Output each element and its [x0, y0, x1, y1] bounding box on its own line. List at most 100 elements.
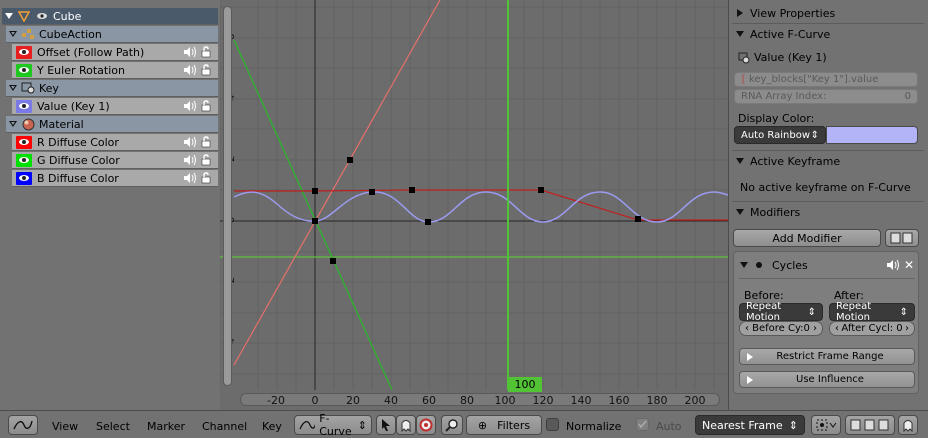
decrement-arrow-icon[interactable]: ‹ — [745, 323, 749, 334]
dropdown-arrows-icon: ⇕ — [357, 418, 367, 432]
channel-y-euler-rotation[interactable]: Y Euler Rotation — [12, 62, 218, 79]
speaker-icon[interactable] — [183, 64, 197, 76]
channel-offset-follow-path[interactable]: Offset (Follow Path) — [12, 44, 218, 61]
normalize-label: Normalize — [566, 420, 622, 433]
panel-active-keyframe[interactable]: Active Keyframe — [732, 151, 924, 171]
channel-r-diffuse-color[interactable]: R Diffuse Color — [12, 134, 218, 151]
before-mode-dropdown[interactable]: Repeat Motion ⇕ — [739, 301, 823, 323]
channel-group-key[interactable]: Key — [6, 80, 218, 97]
color-mode-dropdown[interactable]: Auto Rainbow ⇕ — [734, 126, 826, 144]
channel-color-swatch[interactable] — [16, 135, 32, 149]
keyframe-point — [347, 157, 353, 163]
channel-g-diffuse-color[interactable]: G Diffuse Color — [12, 152, 218, 169]
add-modifier-button[interactable]: Add Modifier — [733, 229, 881, 247]
graph-editor-header: View Select Marker Channel Key F-Curve ⇕… — [0, 410, 928, 438]
decrement-arrow-icon[interactable]: ‹ — [835, 323, 839, 334]
lock-icon[interactable] — [200, 172, 212, 184]
editor-type-button[interactable] — [8, 415, 38, 435]
copy-paste-keyframes-button[interactable] — [845, 415, 895, 435]
after-mode-dropdown[interactable]: Repeat Motion ⇕ — [829, 301, 915, 323]
search-button[interactable] — [441, 415, 463, 435]
cycles-modifier-header[interactable]: Cycles ✕ — [740, 258, 914, 272]
lock-icon[interactable] — [200, 46, 212, 58]
before-cycles-stepper[interactable]: ‹ Before Cy:0 › — [739, 321, 823, 336]
mode-dropdown[interactable]: F-Curve ⇕ — [294, 412, 372, 438]
after-cycles-stepper[interactable]: ‹ After Cycl: 0 › — [829, 321, 915, 336]
menu-channel[interactable]: Channel — [202, 420, 247, 433]
modifier-active-dot-icon[interactable] — [756, 262, 762, 268]
expand-triangle-icon[interactable] — [740, 261, 748, 269]
ghost-curves-button[interactable] — [898, 415, 918, 435]
channel-value-key-1[interactable]: Value (Key 1) — [12, 98, 218, 115]
current-frame-indicator[interactable]: 100 — [508, 377, 542, 392]
x-tick-label: 180 — [646, 394, 668, 407]
panel-view-properties[interactable]: View Properties — [732, 3, 924, 23]
lock-icon[interactable] — [200, 154, 212, 166]
channel-label: R Diffuse Color — [37, 135, 119, 149]
graph-editor-icon — [13, 420, 33, 430]
menu-marker[interactable]: Marker — [147, 420, 185, 433]
graph-grid[interactable]: 6 4 2 0 -2 -4 — [220, 0, 728, 410]
expand-triangle-icon[interactable] — [5, 12, 13, 20]
channel-group-cubeaction[interactable]: CubeAction — [6, 26, 218, 43]
only-selected-toggle[interactable] — [376, 415, 396, 435]
only-errors-toggle[interactable] — [416, 415, 436, 435]
fcurve-offset-follow-path — [233, 0, 441, 366]
filters-button[interactable]: ⊕ Filters — [466, 415, 542, 435]
x-tick-label: 200 — [684, 394, 706, 407]
no-active-keyframe-message: No active keyframe on F-Curve — [740, 181, 911, 194]
panel-modifiers[interactable]: Modifiers — [732, 202, 924, 222]
graph-editor-canvas[interactable]: 6 4 2 0 -2 -4 -20 0 20 40 60 80 100 120 … — [220, 0, 728, 410]
expand-triangle-icon[interactable] — [9, 30, 17, 38]
after-mode-value: Repeat Motion — [836, 301, 872, 323]
snap-mode-dropdown[interactable]: Nearest Frame ⇕ — [695, 415, 805, 435]
increment-arrow-icon[interactable]: › — [905, 323, 909, 334]
menu-select[interactable]: Select — [96, 420, 130, 433]
shape-key-icon — [738, 52, 750, 63]
vertical-scrollbar[interactable] — [223, 6, 232, 386]
channel-color-swatch[interactable] — [16, 153, 32, 167]
channel-color-swatch[interactable] — [16, 45, 32, 59]
panel-active-fcurve[interactable]: Active F-Curve — [732, 24, 924, 44]
channel-object-cube[interactable]: Cube — [2, 8, 218, 25]
speaker-icon[interactable] — [886, 259, 900, 271]
pivot-point-dropdown[interactable] — [811, 415, 841, 435]
expand-triangle-icon[interactable] — [9, 84, 17, 92]
channel-color-swatch[interactable] — [16, 63, 32, 77]
fcurve-icon — [299, 421, 316, 430]
show-hidden-toggle[interactable] — [396, 415, 416, 435]
data-path-field: ⟦ key_blocks["Key 1"].value — [734, 72, 918, 87]
normalize-checkbox[interactable] — [546, 418, 559, 431]
copy-paste-modifiers-button[interactable] — [885, 229, 919, 247]
channel-group-material[interactable]: Material — [6, 116, 218, 133]
channel-b-diffuse-color[interactable]: B Diffuse Color — [12, 170, 218, 187]
speaker-icon[interactable] — [183, 136, 197, 148]
dropdown-arrows-icon: ⇕ — [810, 129, 819, 141]
channel-color-swatch[interactable] — [16, 171, 32, 185]
eye-icon[interactable] — [35, 10, 49, 23]
x-tick-label: 60 — [422, 394, 436, 407]
before-cycles-value: Before Cy:0 — [752, 323, 810, 334]
keyframe-point — [538, 187, 544, 193]
channel-color-swatch[interactable] — [16, 99, 32, 113]
menu-key[interactable]: Key — [262, 420, 282, 433]
lock-icon[interactable] — [200, 64, 212, 76]
panel-title: View Properties — [750, 6, 836, 20]
modifier-name: Cycles — [772, 258, 808, 272]
use-influence-subpanel[interactable]: Use Influence — [739, 371, 915, 388]
speaker-icon[interactable] — [183, 154, 197, 166]
speaker-icon[interactable] — [183, 100, 197, 112]
menu-view[interactable]: View — [52, 420, 78, 433]
increment-arrow-icon[interactable]: › — [813, 323, 817, 334]
channel-list: Cube CubeAction Offset (Follow Path) Y E… — [0, 0, 220, 410]
lock-icon[interactable] — [200, 100, 212, 112]
restrict-frame-range-subpanel[interactable]: Restrict Frame Range — [739, 348, 915, 365]
display-color-swatch[interactable] — [826, 126, 918, 144]
ghost-icon — [903, 420, 913, 432]
lock-icon[interactable] — [200, 136, 212, 148]
expand-triangle-icon[interactable] — [9, 120, 17, 128]
speaker-icon[interactable] — [183, 46, 197, 58]
close-icon[interactable]: ✕ — [904, 258, 914, 272]
filters-label: Filters — [497, 418, 531, 432]
speaker-icon[interactable] — [183, 172, 197, 184]
